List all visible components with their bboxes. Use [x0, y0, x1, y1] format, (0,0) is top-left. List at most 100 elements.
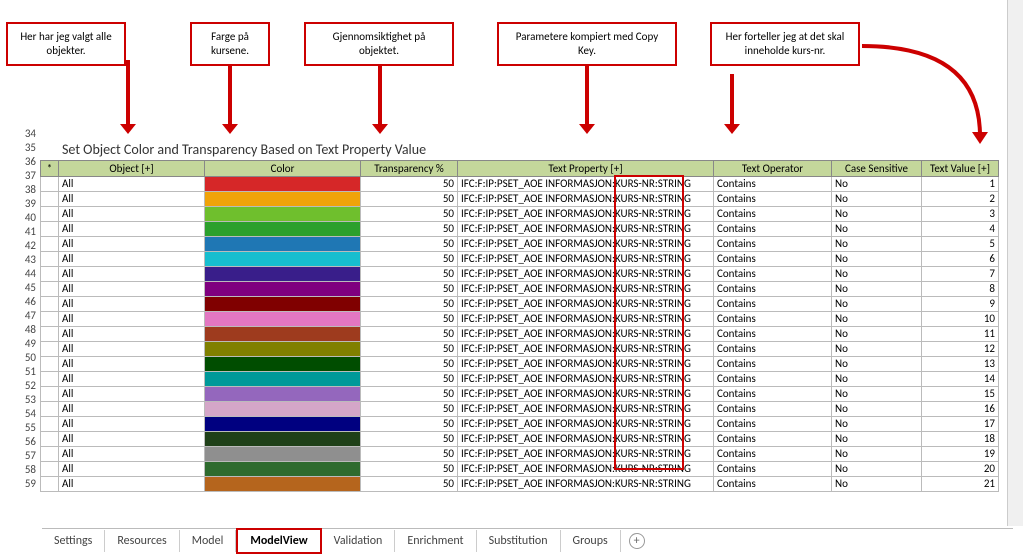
table-row[interactable]: All50IFC:F:IP:PSET_AOE INFORMASJON:KURS-…	[41, 387, 999, 402]
cell-color[interactable]	[205, 387, 361, 402]
cell-transparency[interactable]: 50	[361, 222, 458, 237]
table-row[interactable]: All 50IFC:F:IP:PSET_AOE INFORMASJON:KURS-…	[41, 267, 999, 282]
cell-transparency[interactable]: 50	[361, 387, 458, 402]
cell-object[interactable]: All	[59, 267, 205, 282]
cell-text-operator[interactable]: Contains	[714, 342, 832, 357]
cell-color[interactable]	[205, 297, 361, 312]
cell-text-property[interactable]: IFC:F:IP:PSET_AOE INFORMASJON:KURS-NR:ST…	[458, 297, 714, 312]
cell-color[interactable]	[205, 462, 361, 477]
cell-object[interactable]: All	[59, 357, 205, 372]
cell-text-property[interactable]: IFC:F:IP:PSET_AOE INFORMASJON:KURS-NR:ST…	[458, 267, 714, 282]
cell-transparency[interactable]: 50	[361, 312, 458, 327]
cell-text-operator[interactable]: Contains	[714, 327, 832, 342]
cell-text-operator[interactable]: Contains	[714, 237, 832, 252]
cell-case-sensitive[interactable]: No	[832, 192, 922, 207]
cell-text-property[interactable]: IFC:F:IP:PSET_AOE INFORMASJON:KURS-NR:ST…	[458, 447, 714, 462]
cell-color[interactable]	[205, 177, 361, 192]
cell-transparency[interactable]: 50	[361, 282, 458, 297]
table-row[interactable]: All50IFC:F:IP:PSET_AOE INFORMASJON:KURS-…	[41, 402, 999, 417]
tab-groups[interactable]: Groups	[561, 530, 621, 552]
cell-transparency[interactable]: 50	[361, 372, 458, 387]
table-row[interactable]: All 50IFC:F:IP:PSET_AOE INFORMASJON:KURS-…	[41, 312, 999, 327]
cell-transparency[interactable]: 50	[361, 447, 458, 462]
table-row[interactable]: All50IFC:F:IP:PSET_AOE INFORMASJON:KURS-…	[41, 297, 999, 312]
cell-color[interactable]	[205, 282, 361, 297]
cell-text-property[interactable]: IFC:F:IP:PSET_AOE INFORMASJON:KURS-NR:ST…	[458, 417, 714, 432]
cell-text-property[interactable]: IFC:F:IP:PSET_AOE INFORMASJON:KURS-NR:ST…	[458, 237, 714, 252]
cell-case-sensitive[interactable]: No	[832, 447, 922, 462]
cell-color[interactable]	[205, 312, 361, 327]
header-text-operator[interactable]: Text Operator	[714, 161, 832, 177]
cell-transparency[interactable]: 50	[361, 237, 458, 252]
table-row[interactable]: All50IFC:F:IP:PSET_AOE INFORMASJON:KURS-…	[41, 357, 999, 372]
cell-object[interactable]: All	[59, 342, 205, 357]
cell-transparency[interactable]: 50	[361, 177, 458, 192]
cell-object[interactable]: All	[59, 207, 205, 222]
cell-text-property[interactable]: IFC:F:IP:PSET_AOE INFORMASJON:KURS-NR:ST…	[458, 477, 714, 492]
color-rule-table[interactable]: * Object [+] Color Transparency % Text P…	[40, 160, 999, 492]
tab-modelview[interactable]: ModelView	[236, 528, 321, 554]
cell-text-property[interactable]: IFC:F:IP:PSET_AOE INFORMASJON:KURS-NR:ST…	[458, 312, 714, 327]
cell-object[interactable]: All	[59, 477, 205, 492]
cell-transparency[interactable]: 50	[361, 267, 458, 282]
cell-object[interactable]: All	[59, 417, 205, 432]
cell-text-value[interactable]: 12	[922, 342, 999, 357]
table-row[interactable]: All50IFC:F:IP:PSET_AOE INFORMASJON:KURS-…	[41, 192, 999, 207]
cell-text-value[interactable]: 21	[922, 477, 999, 492]
cell-color[interactable]	[205, 477, 361, 492]
cell-text-operator[interactable]: Contains	[714, 462, 832, 477]
cell-text-operator[interactable]: Contains	[714, 297, 832, 312]
cell-object[interactable]: All	[59, 447, 205, 462]
cell-text-property[interactable]: IFC:F:IP:PSET_AOE INFORMASJON:KURS-NR:ST…	[458, 192, 714, 207]
cell-case-sensitive[interactable]: No	[832, 282, 922, 297]
cell-text-value[interactable]: 18	[922, 432, 999, 447]
table-row[interactable]: All50IFC:F:IP:PSET_AOE INFORMASJON:KURS-…	[41, 207, 999, 222]
cell-transparency[interactable]: 50	[361, 402, 458, 417]
cell-text-operator[interactable]: Contains	[714, 192, 832, 207]
cell-text-value[interactable]: 2	[922, 192, 999, 207]
cell-text-value[interactable]: 10	[922, 312, 999, 327]
cell-text-value[interactable]: 1	[922, 177, 999, 192]
cell-case-sensitive[interactable]: No	[832, 222, 922, 237]
cell-case-sensitive[interactable]: No	[832, 342, 922, 357]
cell-case-sensitive[interactable]: No	[832, 402, 922, 417]
cell-text-operator[interactable]: Contains	[714, 387, 832, 402]
header-text-property[interactable]: Text Property [+]	[458, 161, 714, 177]
cell-text-operator[interactable]: Contains	[714, 357, 832, 372]
cell-transparency[interactable]: 50	[361, 357, 458, 372]
cell-color[interactable]	[205, 327, 361, 342]
cell-text-operator[interactable]: Contains	[714, 417, 832, 432]
cell-text-value[interactable]: 5	[922, 237, 999, 252]
cell-text-property[interactable]: IFC:F:IP:PSET_AOE INFORMASJON:KURS-NR:ST…	[458, 432, 714, 447]
cell-text-operator[interactable]: Contains	[714, 267, 832, 282]
cell-color[interactable]	[205, 447, 361, 462]
cell-object[interactable]: All	[59, 252, 205, 267]
cell-text-operator[interactable]: Contains	[714, 207, 832, 222]
cell-text-value[interactable]: 19	[922, 447, 999, 462]
cell-text-property[interactable]: IFC:F:IP:PSET_AOE INFORMASJON:KURS-NR:ST…	[458, 342, 714, 357]
table-row[interactable]: All50IFC:F:IP:PSET_AOE INFORMASJON:KURS-…	[41, 372, 999, 387]
table-row[interactable]: All 50IFC:F:IP:PSET_AOE INFORMASJON:KURS-…	[41, 447, 999, 462]
cell-text-operator[interactable]: Contains	[714, 402, 832, 417]
cell-case-sensitive[interactable]: No	[832, 297, 922, 312]
cell-object[interactable]: All	[59, 312, 205, 327]
cell-text-property[interactable]: IFC:F:IP:PSET_AOE INFORMASJON:KURS-NR:ST…	[458, 177, 714, 192]
cell-text-value[interactable]: 9	[922, 297, 999, 312]
cell-case-sensitive[interactable]: No	[832, 237, 922, 252]
cell-case-sensitive[interactable]: No	[832, 387, 922, 402]
cell-color[interactable]	[205, 222, 361, 237]
cell-color[interactable]	[205, 402, 361, 417]
tab-model[interactable]: Model	[180, 530, 237, 552]
cell-case-sensitive[interactable]: No	[832, 432, 922, 447]
cell-text-property[interactable]: IFC:F:IP:PSET_AOE INFORMASJON:KURS-NR:ST…	[458, 462, 714, 477]
cell-text-value[interactable]: 6	[922, 252, 999, 267]
cell-text-property[interactable]: IFC:F:IP:PSET_AOE INFORMASJON:KURS-NR:ST…	[458, 282, 714, 297]
cell-object[interactable]: All	[59, 222, 205, 237]
cell-object[interactable]: All	[59, 192, 205, 207]
cell-text-value[interactable]: 17	[922, 417, 999, 432]
table-row[interactable]: All50IFC:F:IP:PSET_AOE INFORMASJON:KURS-…	[41, 327, 999, 342]
cell-color[interactable]	[205, 432, 361, 447]
cell-text-value[interactable]: 20	[922, 462, 999, 477]
cell-text-value[interactable]: 14	[922, 372, 999, 387]
table-row[interactable]: All50IFC:F:IP:PSET_AOE INFORMASJON:KURS-…	[41, 432, 999, 447]
